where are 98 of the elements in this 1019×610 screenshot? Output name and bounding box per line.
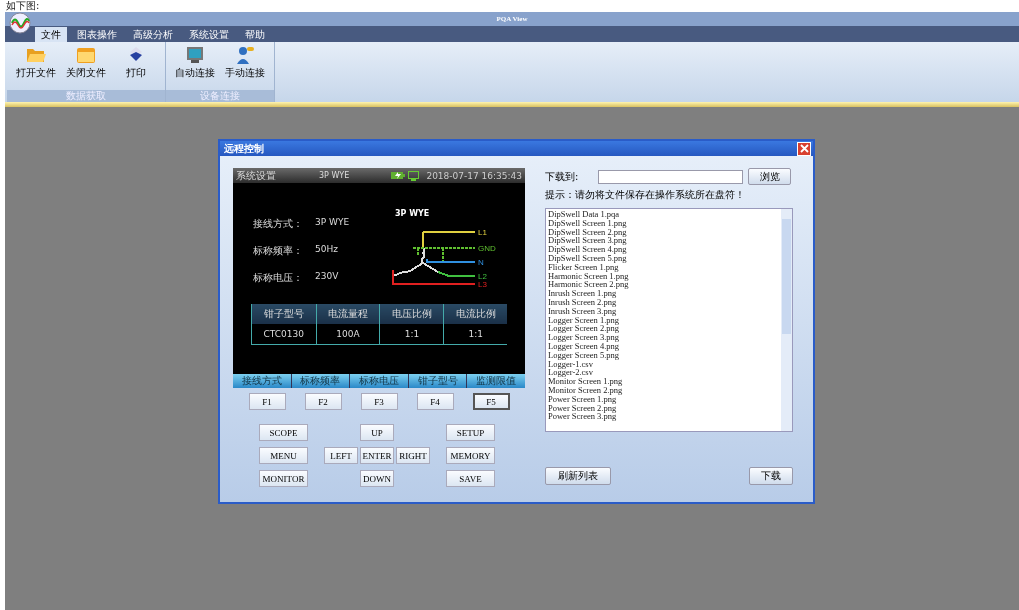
control-button[interactable]: UP xyxy=(360,424,394,441)
menu-tab[interactable]: 文件 xyxy=(35,27,67,42)
file-item[interactable]: Harmonic Screen 1.png xyxy=(548,271,629,281)
softkey[interactable]: 接线方式 xyxy=(233,374,291,388)
softkey[interactable]: 钳子型号 xyxy=(408,374,467,388)
file-item[interactable]: DipSwell Screen 5.png xyxy=(548,254,627,263)
file-item[interactable]: Inrush Screen 2.png xyxy=(548,297,617,307)
file-item[interactable]: Harmonic Screen 2.png xyxy=(548,280,629,290)
param-label: 标称电压： xyxy=(253,271,304,285)
param-value: 50Hz xyxy=(315,244,338,256)
file-item[interactable]: Logger Screen 4.png xyxy=(548,341,620,351)
param-label: 接线方式： xyxy=(253,217,304,231)
file-item[interactable]: Logger Screen 1.png xyxy=(548,315,620,325)
line-label: L3 xyxy=(478,280,487,289)
control-button[interactable]: RIGHT xyxy=(396,447,430,464)
control-button[interactable]: MENU xyxy=(259,447,308,464)
download-button[interactable]: 下载 xyxy=(749,467,793,485)
line-label: GND xyxy=(478,244,496,253)
line-label: N xyxy=(478,258,484,267)
folder-icon xyxy=(26,46,46,64)
file-item[interactable]: Inrush Screen 1.png xyxy=(548,289,617,298)
screen-title: 系统设置 xyxy=(236,168,277,183)
file-item[interactable]: DipSwell Screen 3.png xyxy=(548,236,627,246)
table-cell: CTC0130 xyxy=(251,324,317,345)
diagram-title: 3P WYE xyxy=(394,209,431,218)
control-button[interactable]: LEFT xyxy=(324,447,358,464)
file-item[interactable]: Logger Screen 5.png xyxy=(548,350,620,360)
function-key[interactable]: F4 xyxy=(416,393,454,410)
control-button[interactable]: MONITOR xyxy=(259,470,308,487)
file-item[interactable]: Logger Screen 3.png xyxy=(548,333,620,342)
menu-tab[interactable]: 帮助 xyxy=(239,27,271,42)
file-item[interactable]: DipSwell Data 1.pqa xyxy=(548,210,620,219)
wiring-mode: 3P WYE xyxy=(319,171,351,180)
folder-icon xyxy=(76,46,96,64)
ribbon-button[interactable]: 手动连接 xyxy=(224,46,266,90)
control-button[interactable]: ENTER xyxy=(360,447,394,464)
group-label: 数据获取 xyxy=(7,90,165,102)
browse-button[interactable]: 浏览 xyxy=(748,168,791,185)
download-path-field[interactable] xyxy=(598,169,743,184)
user-icon xyxy=(235,46,255,64)
ribbon-button[interactable]: 关闭文件 xyxy=(65,46,107,90)
file-item[interactable]: Inrush Screen 3.png xyxy=(548,306,617,316)
control-button[interactable]: SAVE xyxy=(446,470,495,487)
battery-icon xyxy=(391,171,406,180)
column-header: 钳子型号 xyxy=(251,304,317,324)
file-item[interactable]: Flicker Screen 1.png xyxy=(548,262,619,272)
softkey[interactable]: 标称电压 xyxy=(350,374,408,388)
monitor-icon xyxy=(185,46,205,64)
table-cell: 1:1 xyxy=(443,324,507,345)
softkey[interactable]: 监测限值 xyxy=(467,374,525,388)
function-key[interactable]: F3 xyxy=(360,393,398,410)
column-header: 电流量程 xyxy=(316,304,380,324)
file-item[interactable]: Logger-2.csv xyxy=(548,368,593,378)
line-label: L2 xyxy=(478,272,487,281)
function-key[interactable]: F2 xyxy=(304,393,342,410)
function-key[interactable]: F5 xyxy=(472,393,510,410)
file-item[interactable]: Monitor Screen 1.png xyxy=(548,377,623,386)
param-value: 230V xyxy=(315,271,339,283)
control-button[interactable]: DOWN xyxy=(360,470,394,487)
close-icon xyxy=(799,144,809,153)
menu-tab[interactable]: 系统设置 xyxy=(183,27,235,42)
file-item[interactable]: Logger-1.csv xyxy=(548,359,593,369)
line-label: L1 xyxy=(478,228,487,237)
table-cell: 1:1 xyxy=(379,324,444,345)
table-cell: 100A xyxy=(316,324,380,345)
column-header: 电流比例 xyxy=(443,304,507,324)
control-button[interactable]: MEMORY xyxy=(446,447,495,464)
control-button[interactable]: SETUP xyxy=(446,424,495,441)
monitor-icon xyxy=(408,170,420,181)
file-item[interactable]: Power Screen 1.png xyxy=(548,394,617,404)
ribbon-button[interactable]: 打开文件 xyxy=(15,46,57,90)
dialog-title: 远程控制 xyxy=(224,141,264,156)
scrollbar[interactable] xyxy=(781,209,792,431)
param-label: 标称频率： xyxy=(253,244,304,258)
file-item[interactable]: DipSwell Screen 4.png xyxy=(548,245,627,254)
download-label: 下载到: xyxy=(545,169,580,184)
function-key[interactable]: F1 xyxy=(248,393,286,410)
softkey[interactable]: 标称频率 xyxy=(291,374,350,388)
file-item[interactable]: DipSwell Screen 2.png xyxy=(548,227,627,237)
group-label: 设备连接 xyxy=(166,90,274,102)
close-button[interactable] xyxy=(797,141,811,156)
file-item[interactable]: Power Screen 2.png xyxy=(548,403,617,413)
param-value: 3P WYE xyxy=(315,217,350,229)
file-item[interactable]: DipSwell Screen 1.png xyxy=(548,218,627,228)
coil-drawing xyxy=(392,247,439,277)
date-time: 2018-07-17 16:35:43 xyxy=(426,170,522,181)
file-item[interactable]: Logger Screen 2.png xyxy=(548,324,620,334)
ribbon-button[interactable]: 打印 xyxy=(115,46,157,90)
menu-tab[interactable]: 图表操作 xyxy=(71,27,123,42)
file-item[interactable]: Monitor Screen 2.png xyxy=(548,385,623,395)
control-button[interactable]: SCOPE xyxy=(259,424,308,441)
column-header: 电压比例 xyxy=(379,304,444,324)
caption-text: 如下图: xyxy=(5,0,41,12)
file-item[interactable]: Power Screen 3.png xyxy=(548,412,617,422)
ribbon-button[interactable]: 自动连接 xyxy=(174,46,216,90)
hint-text: 提示：请勿将文件保存在操作系统所在盘符！ xyxy=(545,188,746,202)
menu-tab[interactable]: 高级分析 xyxy=(127,27,179,42)
refresh-button[interactable]: 刷新列表 xyxy=(545,467,611,485)
